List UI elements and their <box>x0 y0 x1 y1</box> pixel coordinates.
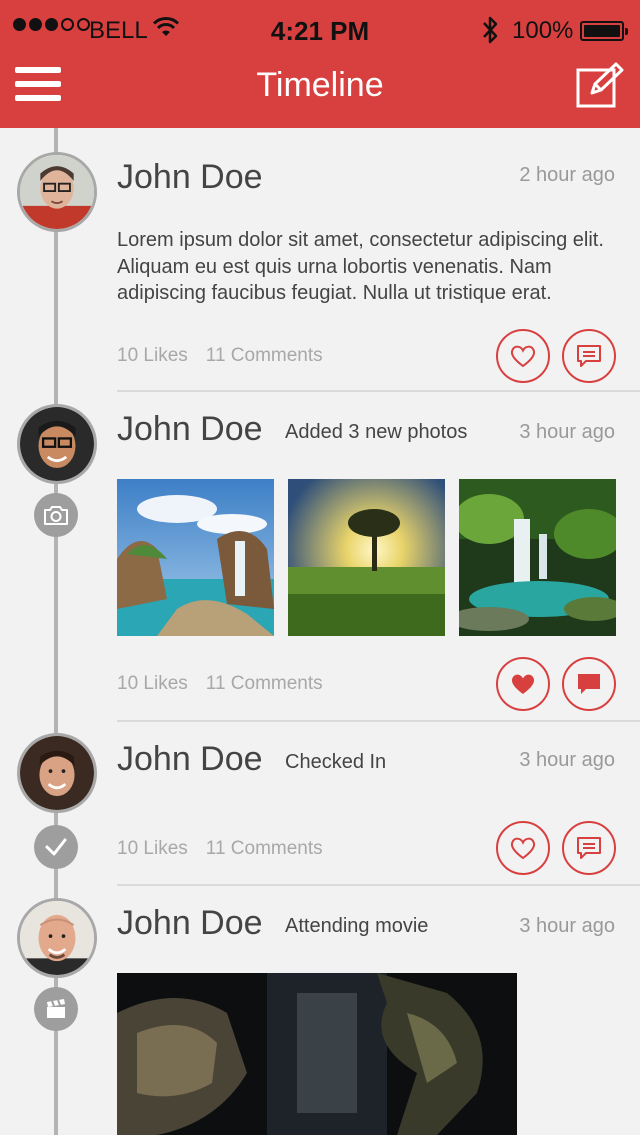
battery-icon <box>580 21 628 41</box>
likes-count: 10 Likes <box>117 673 188 694</box>
post-stats: 10 Likes 11 Comments <box>117 838 341 860</box>
comment-outline-icon <box>577 837 601 859</box>
comment-button[interactable] <box>562 657 616 711</box>
post-stats: 10 Likes 11 Comments <box>117 673 341 695</box>
app-header: BELL 4:21 PM 100% Timeline <box>0 0 640 128</box>
divider <box>117 390 640 392</box>
bluetooth-icon <box>481 15 499 52</box>
post-action: Attending movie <box>285 915 429 937</box>
post-author[interactable]: John Doe <box>117 410 263 449</box>
likes-count: 10 Likes <box>117 345 188 366</box>
checkmark-icon <box>34 825 78 869</box>
post-time: 3 hour ago <box>519 421 615 443</box>
post-text: Lorem ipsum dolor sit amet, consectetur … <box>117 229 604 304</box>
photo-thumbnail[interactable] <box>459 479 616 636</box>
post-time: 3 hour ago <box>519 749 615 771</box>
camera-icon <box>34 493 78 537</box>
page-title: Timeline <box>256 66 384 104</box>
heart-outline-icon <box>510 837 536 860</box>
avatar[interactable] <box>17 404 97 484</box>
divider <box>117 720 640 722</box>
post-action: Added 3 new photos <box>285 421 468 443</box>
clapperboard-icon <box>34 987 78 1031</box>
post-author[interactable]: John Doe <box>117 740 263 779</box>
like-button[interactable] <box>496 329 550 383</box>
post-stats: 10 Likes 11 Comments <box>117 345 341 367</box>
avatar[interactable] <box>17 152 97 232</box>
status-bar: BELL 4:21 PM 100% <box>0 0 640 60</box>
comments-count: 11 Comments <box>205 345 323 366</box>
post-author[interactable]: John Doe <box>117 904 263 943</box>
photo-thumbnail[interactable] <box>117 479 274 636</box>
post-author[interactable]: John Doe <box>117 158 263 197</box>
avatar[interactable] <box>17 898 97 978</box>
comments-count: 11 Comments <box>205 673 323 694</box>
post-time: 2 hour ago <box>519 164 615 186</box>
post-time: 3 hour ago <box>519 915 615 937</box>
divider <box>117 884 640 886</box>
like-button[interactable] <box>496 657 550 711</box>
comment-button[interactable] <box>562 329 616 383</box>
comments-count: 11 Comments <box>205 838 323 859</box>
photo-thumbnail[interactable] <box>288 479 445 636</box>
heart-outline-icon <box>510 345 536 368</box>
like-button[interactable] <box>496 821 550 875</box>
likes-count: 10 Likes <box>117 838 188 859</box>
post-action: Checked In <box>285 751 387 773</box>
timeline-line <box>54 128 58 1135</box>
comment-button[interactable] <box>562 821 616 875</box>
comment-outline-icon <box>577 345 601 367</box>
movie-image[interactable] <box>117 973 517 1135</box>
compose-icon[interactable] <box>575 62 625 108</box>
avatar[interactable] <box>17 733 97 813</box>
battery-percentage: 100% <box>512 17 574 44</box>
comment-filled-icon <box>578 674 600 694</box>
heart-filled-icon <box>511 674 535 694</box>
